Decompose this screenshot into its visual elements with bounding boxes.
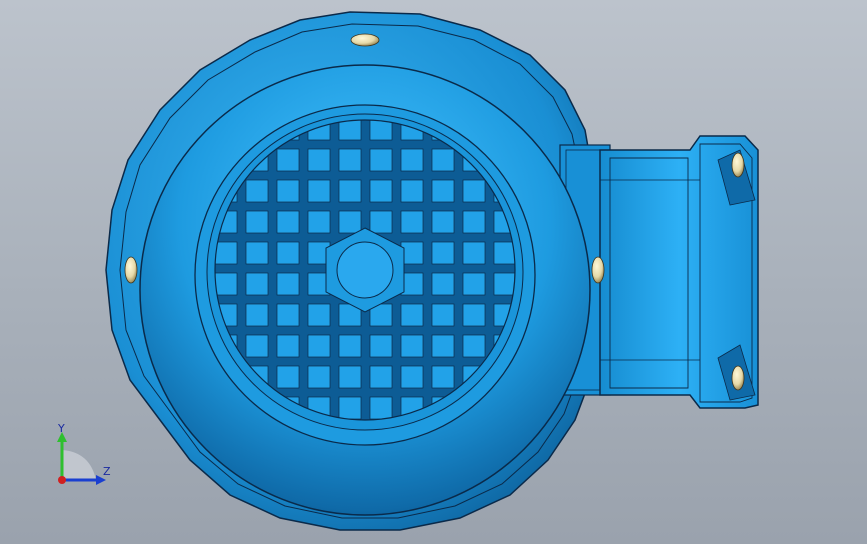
bolt-left [124, 256, 138, 284]
y-axis-label: Y [57, 422, 65, 435]
grille-cell [215, 272, 238, 296]
motor-3d-model[interactable] [0, 0, 867, 544]
grille-cell [245, 210, 269, 234]
x-axis-dot [58, 476, 66, 484]
grille-cell [400, 334, 424, 358]
grille-cell [215, 241, 238, 265]
grille-cell [462, 179, 486, 203]
grille-cell [276, 334, 300, 358]
grille-cell [338, 210, 362, 234]
grille-cell [493, 272, 515, 296]
grille-cell [462, 272, 486, 296]
grille-cell [276, 179, 300, 203]
grille-cell [276, 148, 300, 172]
grille-cell [307, 334, 331, 358]
grille-cell [276, 210, 300, 234]
grille-cell [338, 148, 362, 172]
grille-cell [431, 210, 455, 234]
grille-cell [307, 303, 331, 327]
grille-cell [369, 210, 393, 234]
grille-cell [400, 303, 424, 327]
grille-cell [245, 272, 269, 296]
grille-cell [276, 272, 300, 296]
grille-cell [338, 334, 362, 358]
z-axis-label: Z [103, 465, 111, 478]
grille-cell [276, 303, 300, 327]
grille-cell [245, 241, 269, 265]
grille-cell [431, 241, 455, 265]
grille-cell [307, 365, 331, 389]
grille-cell [276, 365, 300, 389]
grille-cell [369, 365, 393, 389]
grille-cell [369, 148, 393, 172]
grille-cell [307, 179, 331, 203]
bolt-box-bottom [731, 365, 745, 391]
grille-cell [307, 148, 331, 172]
grille-cell [431, 272, 455, 296]
grille-cell [431, 334, 455, 358]
grille-cell [369, 179, 393, 203]
bolt-top [350, 33, 380, 47]
grille-cell [369, 334, 393, 358]
grille-cell [462, 241, 486, 265]
grille-cell [431, 365, 455, 389]
coordinate-triad: Y Z [57, 422, 111, 485]
grille-cell [462, 334, 486, 358]
bolt-box-top [731, 152, 745, 178]
grille-cell [400, 179, 424, 203]
grille-cell [400, 210, 424, 234]
grille-cell [338, 179, 362, 203]
cad-viewport[interactable]: Y Z [0, 0, 867, 544]
grille-cell [369, 396, 393, 420]
grille-cell [431, 148, 455, 172]
grille-cell [307, 210, 331, 234]
grille-cell [245, 334, 269, 358]
grille-cell [338, 396, 362, 420]
grille-cell [245, 179, 269, 203]
grille-cell [400, 148, 424, 172]
bolt-right [591, 256, 605, 284]
grille-cell [276, 241, 300, 265]
grille-cell [462, 303, 486, 327]
grille-cell [245, 303, 269, 327]
grille-cell [431, 179, 455, 203]
grille-cell [400, 365, 424, 389]
grille-cell [338, 365, 362, 389]
grille-cell [431, 303, 455, 327]
grille-cell [462, 210, 486, 234]
